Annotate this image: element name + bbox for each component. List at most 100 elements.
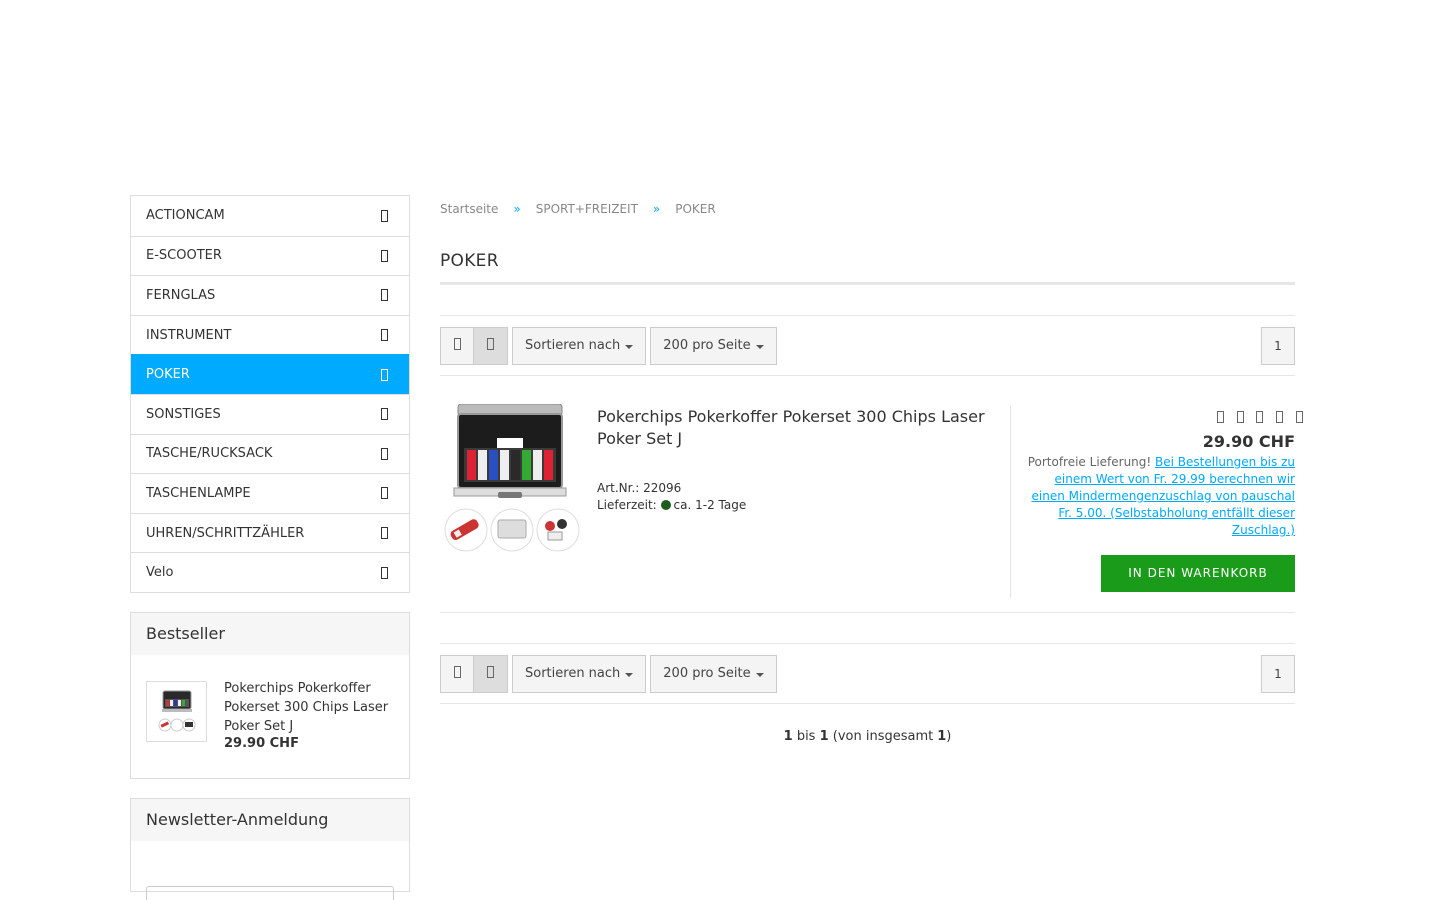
breadcrumb: Startseite » SPORT+FREIZEIT » POKER: [440, 195, 1295, 223]
grid-view-icon: [453, 665, 461, 682]
list-view-button[interactable]: [474, 654, 508, 693]
pagination-page-1[interactable]: 1: [1261, 326, 1295, 365]
breadcrumb-poker: POKER: [675, 202, 716, 216]
sidebar: ACTIONCAM E-SCOOTER FERNGLAS INSTRUMENT …: [130, 195, 410, 900]
star-icon: [1296, 409, 1303, 427]
category-item-poker[interactable]: POKER: [131, 354, 409, 394]
bestseller-box: Bestseller Pokerchips Pokerkoffer Pokers…: [130, 611, 410, 779]
product-article-number: Art.Nr.: 22096: [597, 481, 682, 495]
star-icon: [1216, 409, 1224, 427]
result-bis: bis: [796, 729, 816, 744]
category-label: TASCHENLAMPE: [146, 485, 251, 501]
newsletter-box: Newsletter-Anmeldung: [130, 797, 410, 900]
breadcrumb-separator: »: [652, 202, 661, 216]
chevron-right-icon: [374, 487, 394, 500]
pagination-page-1[interactable]: 1: [1261, 654, 1295, 693]
per-page-dropdown-label: 200 pro Seite: [663, 338, 751, 353]
result-prefix: (von insgesamt: [832, 729, 934, 744]
sort-dropdown[interactable]: Sortieren nach: [512, 326, 647, 365]
per-page-dropdown[interactable]: 200 pro Seite: [650, 326, 777, 365]
chevron-right-icon: [374, 527, 394, 540]
star-icon: [1256, 409, 1264, 427]
category-item-taschenlampe[interactable]: TASCHENLAMPE: [131, 473, 409, 513]
result-count: 1 bis 1 (von insgesamt 1): [440, 729, 1295, 744]
list-view-button[interactable]: [474, 326, 508, 365]
breadcrumb-separator: »: [513, 202, 521, 216]
page-title: POKER: [440, 251, 499, 271]
bestseller-product-price: 29.90 CHF: [224, 735, 299, 751]
rating-stars: [1011, 409, 1303, 427]
product-list-item: Pokerchips Pokerkoffer Pokerset 300 Chip…: [440, 376, 1303, 613]
chevron-right-icon: [374, 447, 394, 460]
delivery-label: Lieferzeit:: [597, 498, 657, 512]
chevron-right-icon: [374, 249, 394, 262]
bestseller-product-image[interactable]: [146, 680, 207, 742]
newsletter-email-input[interactable]: [146, 885, 394, 900]
chevron-right-icon: [374, 329, 394, 342]
category-item-fernglas[interactable]: FERNGLAS: [131, 275, 409, 315]
result-from: 1: [783, 729, 793, 744]
category-label: E-SCOOTER: [146, 248, 222, 264]
category-item-sonstiges[interactable]: SONSTIGES: [131, 393, 409, 434]
product-info: Pokerchips Pokerkoffer Pokerset 300 Chip…: [597, 406, 997, 514]
main-content: Startseite » SPORT+FREIZEIT » POKER POKE…: [440, 195, 1303, 744]
grid-view-button[interactable]: [440, 654, 474, 693]
category-label: INSTRUMENT: [146, 327, 232, 343]
category-item-uhren-schrittzaehler[interactable]: UHREN/SCHRITTZÄHLER: [131, 512, 409, 553]
category-label: SONSTIGES: [146, 406, 221, 422]
availability-dot-icon: [660, 500, 671, 510]
caret-down-icon: [755, 672, 764, 677]
sort-dropdown-label: Sortieren nach: [525, 666, 621, 681]
product-buy-box: 29.90 CHF Portofreie Lieferung! Bei Best…: [1010, 406, 1303, 598]
bestseller-product-name[interactable]: Pokerchips Pokerkoffer Pokerset 300 Chip…: [224, 679, 394, 736]
category-label: ACTIONCAM: [146, 208, 225, 224]
category-label: TASCHE/RUCKSACK: [146, 446, 273, 462]
chevron-right-icon: [374, 566, 394, 579]
product-toolbar-top: Sortieren nach 200 pro Seite 1: [440, 315, 1295, 376]
category-item-actioncam[interactable]: ACTIONCAM: [131, 196, 409, 236]
star-icon: [1236, 409, 1244, 427]
breadcrumb-sport-freizeit[interactable]: SPORT+FREIZEIT: [536, 202, 638, 216]
newsletter-body: [131, 841, 409, 900]
caret-down-icon: [625, 344, 634, 349]
grid-view-button[interactable]: [440, 326, 474, 365]
breadcrumb-home[interactable]: Startseite: [440, 202, 498, 216]
category-menu: ACTIONCAM E-SCOOTER FERNGLAS INSTRUMENT …: [130, 195, 410, 593]
bestseller-item[interactable]: Pokerchips Pokerkoffer Pokerset 300 Chip…: [131, 655, 409, 778]
product-name-link[interactable]: Pokerchips Pokerkoffer Pokerset 300 Chip…: [597, 406, 997, 450]
result-total: 1: [937, 729, 947, 744]
category-label: Velo: [146, 565, 174, 581]
title-divider: [440, 282, 1295, 285]
result-to: 1: [819, 729, 829, 744]
product-image[interactable]: [442, 403, 582, 554]
per-page-dropdown[interactable]: 200 pro Seite: [650, 654, 777, 693]
add-to-cart-button[interactable]: IN DEN WARENKORB: [1101, 555, 1295, 592]
result-suffix: ): [946, 729, 952, 744]
category-item-instrument[interactable]: INSTRUMENT: [131, 314, 409, 355]
bestseller-title: Bestseller: [131, 612, 409, 655]
category-label: POKER: [146, 367, 190, 383]
per-page-dropdown-label: 200 pro Seite: [663, 666, 751, 681]
sort-dropdown-label: Sortieren nach: [525, 338, 621, 353]
list-view-icon: [487, 665, 494, 682]
caret-down-icon: [755, 344, 764, 349]
sort-dropdown[interactable]: Sortieren nach: [512, 654, 647, 693]
product-toolbar-bottom: Sortieren nach 200 pro Seite 1: [440, 643, 1295, 704]
chevron-right-icon: [374, 209, 394, 222]
chevron-right-icon: [374, 289, 394, 302]
category-label: UHREN/SCHRITTZÄHLER: [146, 525, 305, 541]
list-view-icon: [487, 337, 494, 354]
shipping-note: Portofreie Lieferung! Bei Bestellungen b…: [1021, 454, 1295, 539]
caret-down-icon: [625, 672, 634, 677]
newsletter-title: Newsletter-Anmeldung: [131, 798, 409, 841]
category-item-e-scooter[interactable]: E-SCOOTER: [131, 235, 409, 276]
category-item-velo[interactable]: Velo: [131, 552, 409, 592]
star-icon: [1276, 409, 1284, 427]
chevron-right-icon: [374, 408, 394, 421]
category-item-tasche-rucksack[interactable]: TASCHE/RUCKSACK: [131, 433, 409, 474]
shipping-prefix: Portofreie Lieferung!: [1027, 455, 1152, 469]
category-label: FERNGLAS: [146, 287, 216, 303]
chevron-right-icon: [374, 368, 394, 381]
delivery-time: ca. 1-2 Tage: [673, 498, 747, 512]
product-price: 29.90 CHF: [1202, 432, 1295, 451]
